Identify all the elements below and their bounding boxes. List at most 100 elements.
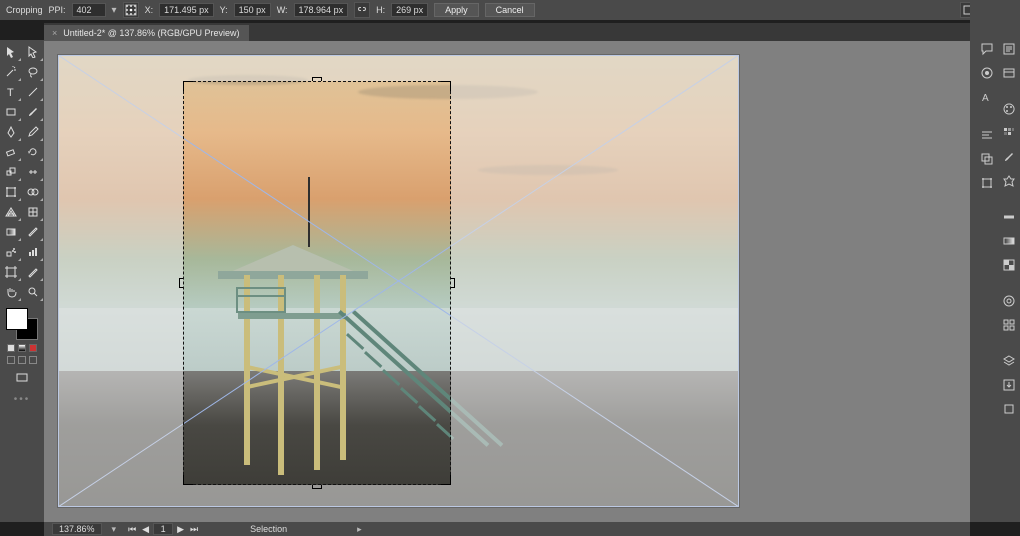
document-tab[interactable]: × Untitled-2* @ 137.86% (RGB/GPU Preview… [44, 25, 249, 41]
x-field[interactable]: 171.495 px [159, 3, 214, 17]
ppi-dropdown-icon[interactable]: ▾ [112, 5, 117, 16]
crop-handle-b[interactable] [312, 485, 322, 489]
zoom-tool[interactable] [22, 282, 44, 302]
right-panel-strip-inner [1000, 40, 1018, 418]
color-icon[interactable] [1000, 100, 1018, 118]
color-guide-icon[interactable] [978, 64, 996, 82]
perspective-grid-tool[interactable] [0, 202, 22, 222]
libraries-icon[interactable] [1000, 64, 1018, 82]
color-mode-none[interactable] [29, 344, 37, 352]
crop-marquee[interactable] [183, 81, 451, 485]
type-tool[interactable]: T [0, 82, 22, 102]
artboard-next-icon[interactable]: ▶ [175, 524, 186, 535]
screen-mode-icon[interactable] [11, 368, 33, 388]
right-panel-dock: A [970, 0, 1020, 522]
lasso-tool[interactable] [22, 62, 44, 82]
properties-icon[interactable] [1000, 40, 1018, 58]
y-label: Y: [220, 5, 228, 15]
document-tabstrip: × Untitled-2* @ 137.86% (RGB/GPU Preview… [44, 23, 970, 41]
eyedropper-tool[interactable] [22, 222, 44, 242]
transform-icon[interactable] [978, 174, 996, 192]
brushes-icon[interactable] [1000, 148, 1018, 166]
h-label: H: [376, 5, 385, 15]
fill-swatch[interactable] [6, 308, 28, 330]
magic-wand-tool[interactable] [0, 62, 22, 82]
paintbrush-tool[interactable] [22, 102, 44, 122]
crop-handle-tr[interactable] [441, 81, 451, 91]
align-icon[interactable] [978, 126, 996, 144]
tab-close-icon[interactable]: × [52, 28, 57, 38]
char-styles-icon[interactable]: A [978, 88, 996, 106]
slice-tool[interactable] [22, 262, 44, 282]
free-transform-tool[interactable] [0, 182, 22, 202]
pen-tool[interactable] [0, 122, 22, 142]
column-graph-tool[interactable] [22, 242, 44, 262]
artboard-first-icon[interactable]: ⏮ [126, 524, 138, 535]
mesh-tool[interactable] [22, 202, 44, 222]
scale-tool[interactable] [0, 162, 22, 182]
cancel-button[interactable]: Cancel [485, 3, 535, 17]
x-label: X: [145, 5, 154, 15]
w-field[interactable]: 178.964 px [294, 3, 349, 17]
artboard-last-icon[interactable]: ⏭ [188, 524, 200, 535]
hand-tool[interactable] [0, 282, 22, 302]
color-mode-solid[interactable] [7, 344, 15, 352]
y-field[interactable]: 150 px [234, 3, 271, 17]
artboard-number[interactable]: 1 [153, 523, 173, 535]
ppi-field[interactable]: 402 [72, 3, 106, 17]
screen-mode-row [7, 356, 37, 364]
fill-stroke-swatch[interactable] [6, 308, 38, 340]
artboard[interactable] [58, 55, 739, 507]
draw-behind-icon[interactable] [18, 356, 26, 364]
rotate-tool[interactable] [22, 142, 44, 162]
status-bar: 137.86% ▾ ⏮ ◀ 1 ▶ ⏭ Selection ▸ [44, 522, 970, 536]
mode-label: Cropping [6, 5, 43, 15]
width-tool[interactable] [22, 162, 44, 182]
color-mode-gradient[interactable] [18, 344, 26, 352]
svg-text:A: A [982, 93, 989, 104]
edit-toolbar-icon[interactable]: ••• [14, 394, 31, 405]
layers-icon[interactable] [1000, 352, 1018, 370]
eraser-tool[interactable] [0, 142, 22, 162]
h-field[interactable]: 269 px [391, 3, 428, 17]
stroke-icon[interactable] [1000, 208, 1018, 226]
crop-handle-r[interactable] [451, 278, 455, 288]
right-panel-strip-outer: A [978, 40, 996, 192]
link-wh-icon[interactable] [354, 2, 370, 18]
shape-builder-tool[interactable] [22, 182, 44, 202]
status-more-icon[interactable]: ▸ [357, 524, 362, 535]
artboard-nav: ⏮ ◀ 1 ▶ ⏭ [126, 523, 200, 535]
appearance-icon[interactable] [1000, 292, 1018, 310]
gradient-panel-icon[interactable] [1000, 232, 1018, 250]
symbol-sprayer-tool[interactable] [0, 242, 22, 262]
zoom-dropdown-icon[interactable]: ▾ [112, 524, 117, 535]
graphic-styles-icon[interactable] [1000, 316, 1018, 334]
crop-handle-l[interactable] [179, 278, 183, 288]
crop-handle-br[interactable] [441, 475, 451, 485]
zoom-field[interactable]: 137.86% [52, 523, 102, 535]
artboard-prev-icon[interactable]: ◀ [140, 524, 151, 535]
draw-inside-icon[interactable] [29, 356, 37, 364]
symbols-icon[interactable] [1000, 172, 1018, 190]
pathfinder-icon[interactable] [978, 150, 996, 168]
direct-selection-tool[interactable] [22, 42, 44, 62]
artboards-panel-icon[interactable] [1000, 400, 1018, 418]
comments-icon[interactable] [978, 40, 996, 58]
transparency-icon[interactable] [1000, 256, 1018, 274]
line-segment-tool[interactable] [22, 82, 44, 102]
rectangle-tool[interactable] [0, 102, 22, 122]
tab-title: Untitled-2* @ 137.86% (RGB/GPU Preview) [63, 28, 239, 38]
crop-handle-bl[interactable] [183, 475, 193, 485]
draw-normal-icon[interactable] [7, 356, 15, 364]
swatches-icon[interactable] [1000, 124, 1018, 142]
artboard-tool[interactable] [0, 262, 22, 282]
crop-handle-tl[interactable] [183, 81, 193, 91]
selection-tool[interactable] [0, 42, 22, 62]
asset-export-icon[interactable] [1000, 376, 1018, 394]
gradient-tool[interactable] [0, 222, 22, 242]
crop-handle-t[interactable] [312, 77, 322, 81]
canvas-area[interactable] [44, 41, 970, 522]
reference-point-icon[interactable] [123, 2, 139, 18]
apply-button[interactable]: Apply [434, 3, 479, 17]
pencil-tool[interactable] [22, 122, 44, 142]
